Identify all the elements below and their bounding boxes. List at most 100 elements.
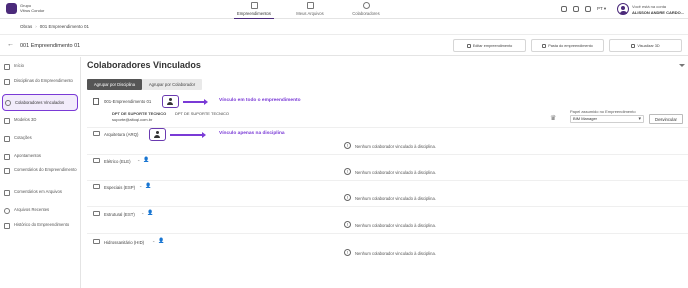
comment-icon (4, 168, 10, 174)
folder-icon (93, 211, 100, 216)
filter-icon[interactable] (679, 64, 685, 69)
page-title: 001 Empreendimento 01 (20, 43, 81, 49)
folder-icon (93, 239, 100, 244)
sidebar-item-cotacoes[interactable]: Cotações (4, 135, 78, 142)
note-icon (4, 154, 10, 160)
unlink-button[interactable]: Desvincular (649, 114, 683, 124)
breadcrumb-project[interactable]: 001 Empreendimento 01 (40, 24, 89, 29)
company-name: Grupo Vitrus Condor (20, 3, 45, 13)
empty-message: Nenhum colaborador vinculado à disciplin… (355, 251, 437, 256)
help-icon[interactable] (573, 6, 579, 12)
collaborator-name: DPT DE SUPORTE TECNICO (112, 111, 167, 116)
folder-icon (306, 2, 314, 9)
add-user-icon[interactable]: 👤 (143, 157, 149, 163)
empty-message: Nenhum colaborador vinculado à disciplin… (355, 196, 437, 201)
project-folder-button[interactable]: Pasta do empreendimento (531, 39, 604, 52)
sidebar-item-comentarios-empreendimento[interactable]: Comentários do Empreendimento (4, 167, 78, 174)
annotation-arrow (183, 99, 208, 104)
folder-icon (93, 184, 100, 189)
add-user-icon[interactable]: 👤 (147, 210, 153, 216)
sidebar-item-disciplinas[interactable]: Disciplinas do Empreendimento (4, 78, 78, 85)
empty-message: Nenhum colaborador vinculado à disciplin… (355, 223, 437, 228)
divider (87, 206, 688, 207)
avatar[interactable] (617, 3, 629, 15)
chevron-up-icon[interactable]: ⌃ (141, 212, 144, 217)
discipline-label: Especiais (ESP) (104, 185, 136, 190)
sidebar-item-comentarios-arquivos[interactable]: Comentários em Arquivos (4, 189, 78, 196)
project-header: ← 001 Empreendimento 01 Editar empreendi… (0, 36, 688, 56)
language-select[interactable]: PT ▾ (597, 6, 606, 12)
edit-project-button[interactable]: Editar empreendimento (453, 39, 526, 52)
chevron-up-icon[interactable]: ⌃ (137, 159, 140, 164)
user-icon (5, 100, 11, 106)
discipline-label: Hidrossanitário (HID) (104, 240, 145, 245)
divider (87, 180, 688, 181)
building-icon (93, 98, 99, 105)
home-icon (4, 64, 10, 70)
info-icon: ! (344, 142, 351, 149)
divider (87, 233, 688, 234)
discipline-label: Arquitetura (ARQ) (104, 132, 139, 137)
comment-file-icon (4, 190, 10, 196)
section-title: Colaboradores Vinculados (87, 60, 201, 70)
cube-icon (4, 118, 10, 124)
sidebar-item-colaboradores[interactable]: Colaboradores Vinculados (2, 94, 78, 111)
crown-icon: ♛ (550, 115, 557, 122)
info-icon: ! (344, 249, 351, 256)
annotation-project-link: Vínculo em todo o empreendimento (219, 98, 301, 103)
sidebar-item-apontamentos[interactable]: Apontamentos (4, 153, 78, 160)
divider (87, 127, 688, 128)
clock-icon (4, 208, 10, 214)
breadcrumb: Obras › 001 Empreendimento 01 (20, 24, 89, 29)
role-label: Papel assumido no Empreendimento (570, 109, 636, 114)
folder-icon (93, 158, 100, 163)
chevron-up-icon[interactable]: ⌃ (152, 240, 155, 245)
account-prompt: Você está na conta (632, 4, 667, 9)
chevron-up-icon[interactable]: ⌃ (139, 185, 142, 190)
grid-icon[interactable] (585, 6, 591, 12)
breadcrumb-separator: › (35, 24, 37, 29)
role-select[interactable]: BIM Manager (570, 115, 644, 123)
building-icon (250, 2, 258, 9)
divider (0, 34, 688, 35)
sidebar: Início Disciplinas do Empreendimento Col… (0, 57, 81, 288)
folder-icon (93, 131, 100, 136)
collaborator-email: suporte@altoqi.com.br (112, 117, 153, 122)
breadcrumb-obras[interactable]: Obras (20, 24, 32, 29)
account-name[interactable]: ALISSON ANDRE CARDO... (632, 10, 684, 15)
sidebar-item-arquivos-recentes[interactable]: Arquivos Recentes (4, 207, 78, 214)
sidebar-item-inicio[interactable]: Início (4, 63, 78, 70)
tag-icon (4, 136, 10, 142)
empty-message: Nenhum colaborador vinculado à disciplin… (355, 170, 437, 175)
folder-icon (542, 43, 547, 48)
bell-icon[interactable] (561, 6, 567, 12)
tab-group-by-discipline[interactable]: Agrupar por Disciplina (87, 79, 142, 90)
tab-empreendimentos[interactable]: Empreendimentos (224, 2, 284, 19)
project-row-label: 001-Empreendimento 01 (104, 99, 152, 104)
sidebar-item-historico[interactable]: Histórico do Empreendimento (4, 222, 78, 229)
divider (87, 154, 688, 155)
empty-message: Nenhum colaborador vinculado à disciplin… (355, 144, 437, 149)
tab-meus-arquivos[interactable]: Meus Arquivos (280, 2, 340, 16)
link-collaborator-project-button[interactable] (162, 95, 179, 108)
info-icon: ! (344, 194, 351, 201)
collaborator-company: DPT DE SUPORTE TECNICO (175, 111, 230, 116)
annotation-discipline-link: Vínculo apenas na disciplina (219, 131, 285, 136)
add-user-icon[interactable]: 👤 (145, 183, 151, 189)
sidebar-item-modelos-3d[interactable]: Modelos 3D (4, 117, 78, 124)
arrow-left-icon[interactable]: ← (7, 41, 14, 48)
company-logo-icon[interactable] (6, 3, 17, 14)
users-icon (362, 2, 370, 9)
discipline-label: Elétrico (ELE) (104, 159, 131, 164)
discipline-label: Estrutural (EST) (104, 212, 135, 217)
tab-group-by-collaborator[interactable]: Agrupar por Colaborador (142, 79, 202, 90)
info-icon: ! (344, 168, 351, 175)
view-3d-button[interactable]: Visualizar 3D (609, 39, 682, 52)
add-user-icon[interactable]: 👤 (158, 238, 164, 244)
history-icon (4, 223, 10, 229)
link-collaborator-discipline-button[interactable] (149, 128, 166, 141)
tab-colaboradores[interactable]: Colaboradores (336, 2, 396, 16)
top-bar: Grupo Vitrus Condor Empreendimentos Meus… (0, 0, 688, 19)
annotation-arrow (170, 132, 206, 137)
edit-icon (466, 43, 471, 48)
